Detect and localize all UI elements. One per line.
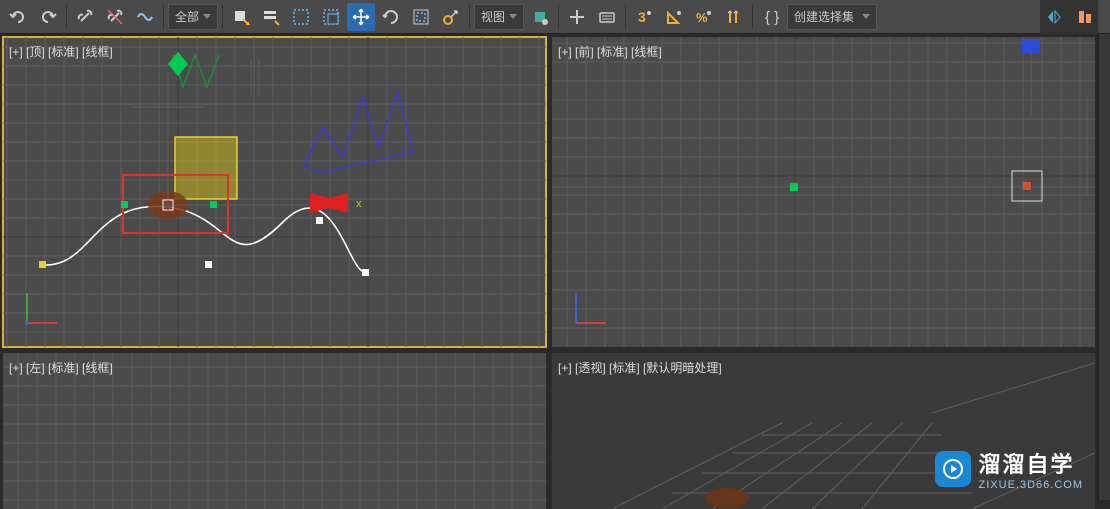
named-sel-button[interactable]: { } (757, 3, 785, 31)
viewports-container: x [+] [顶] [标准] [线框] (0, 34, 1098, 500)
redo-button[interactable] (34, 3, 62, 31)
filter-dropdown[interactable]: 全部 (168, 4, 218, 30)
rect-region-button[interactable] (287, 3, 315, 31)
viewport-perspective[interactable]: [+] [透视] [标准] [默认明暗处理] 溜溜自学 ZIXUE.3D66.C… (552, 353, 1095, 509)
spinner-snap-button[interactable] (720, 3, 748, 31)
right-panel-tabs (1040, 0, 1098, 34)
viewport-left[interactable]: [+] [左] [标准] [线框] (3, 353, 546, 509)
grid-left (3, 353, 546, 509)
align-button[interactable] (1071, 3, 1098, 31)
use-center-button[interactable] (526, 3, 554, 31)
mirror-button[interactable] (1040, 3, 1067, 31)
ref-coord-dropdown[interactable]: 视图 (474, 4, 524, 30)
move-button[interactable] (347, 3, 375, 31)
filter-label: 全部 (175, 8, 199, 25)
axis-gizmo-top (17, 283, 67, 333)
grid-top: x (3, 37, 546, 347)
snap-3d-button[interactable]: 3 (630, 3, 658, 31)
viewport-top[interactable]: x [+] [顶] [标准] [线框] (3, 37, 546, 347)
viewport-front[interactable]: [+] [前] [标准] [线框] (552, 37, 1095, 347)
caret-down-icon (203, 14, 211, 19)
named-selection-dropdown[interactable]: 创建选择集 (787, 4, 877, 30)
svg-text:x: x (356, 198, 362, 210)
axis-gizmo-front (566, 283, 616, 333)
angle-snap-button[interactable] (660, 3, 688, 31)
keyboard-button[interactable] (593, 3, 621, 31)
undo-button[interactable] (4, 3, 32, 31)
svg-text:%: % (696, 10, 708, 25)
ref-coord-label: 视图 (481, 8, 505, 25)
window-crossing-button[interactable] (317, 3, 345, 31)
select-by-name-button[interactable] (257, 3, 285, 31)
scale-button[interactable] (407, 3, 435, 31)
bind-spacewarp-button[interactable] (131, 3, 159, 31)
manip-button[interactable] (563, 3, 591, 31)
rotate-button[interactable] (377, 3, 405, 31)
grid-persp (552, 353, 1095, 509)
command-panel-strip[interactable] (1098, 34, 1110, 500)
caret-down-icon (862, 14, 870, 19)
unlink-button[interactable] (101, 3, 129, 31)
caret-down-icon (509, 14, 517, 19)
percent-snap-button[interactable]: % (690, 3, 718, 31)
link-button[interactable] (71, 3, 99, 31)
named-sel-label: 创建选择集 (794, 8, 854, 25)
placement-button[interactable] (437, 3, 465, 31)
main-toolbar: 全部 视图 3 % (0, 0, 1110, 34)
grid-front (552, 37, 1095, 347)
svg-text:3: 3 (638, 9, 646, 25)
svg-text:{ }: { } (765, 9, 779, 26)
select-object-button[interactable] (227, 3, 255, 31)
